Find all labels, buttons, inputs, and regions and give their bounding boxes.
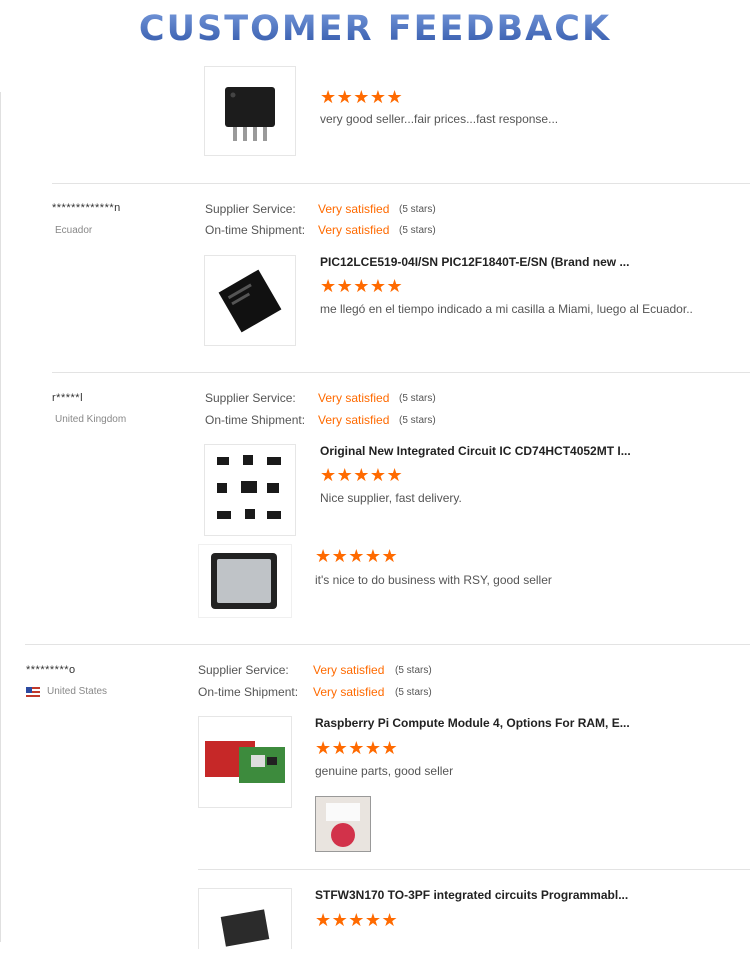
ic-chip-image	[225, 87, 275, 141]
left-frame-line	[0, 92, 1, 942]
product-thumbnail[interactable]	[198, 888, 292, 949]
supplier-service-stars: (5 stars)	[399, 393, 436, 404]
bga-chip-image	[218, 269, 282, 333]
rating-stars: ★★★★★	[315, 546, 399, 566]
supplier-service-stars: (5 stars)	[395, 665, 432, 676]
on-time-shipment-label: On-time Shipment:	[205, 223, 306, 237]
review-divider	[25, 644, 750, 645]
page-title: CUSTOMER FEEDBACK	[0, 0, 750, 49]
product-thumbnail[interactable]	[204, 444, 296, 536]
review-comment: Nice supplier, fast delivery.	[320, 491, 462, 505]
supplier-service-value: Very satisfied	[313, 663, 385, 677]
supplier-service-label: Supplier Service:	[205, 391, 296, 405]
raspberry-pi-board-image	[205, 741, 285, 783]
review-comment: me llegó en el tiempo indicado a mi casi…	[320, 302, 693, 316]
product-title[interactable]: Raspberry Pi Compute Module 4, Options F…	[315, 716, 630, 730]
product-thumbnail[interactable]	[204, 66, 296, 156]
on-time-shipment-label: On-time Shipment:	[205, 413, 306, 427]
supplier-service-value: Very satisfied	[318, 391, 390, 405]
reviewer-country: United Kingdom	[55, 414, 127, 425]
reviewer-name: r*****l	[52, 392, 84, 404]
supplier-service-stars: (5 stars)	[399, 204, 436, 215]
to-3pf-chip-image	[220, 909, 270, 947]
on-time-shipment-value: Very satisfied	[318, 223, 390, 237]
on-time-shipment-label: On-time Shipment:	[198, 685, 299, 699]
product-title[interactable]: STFW3N170 TO-3PF integrated circuits Pro…	[315, 888, 628, 902]
supplier-service-label: Supplier Service:	[205, 202, 296, 216]
product-thumbnail[interactable]	[198, 544, 292, 618]
reviewer-name: *********o	[26, 664, 76, 676]
on-time-shipment-value: Very satisfied	[313, 685, 385, 699]
product-title[interactable]: PIC12LCE519-04I/SN PIC12F1840T-E/SN (Bra…	[320, 255, 629, 269]
reviewer-name: *************n	[52, 202, 121, 214]
rating-stars: ★★★★★	[320, 276, 404, 296]
on-time-shipment-stars: (5 stars)	[395, 687, 432, 698]
us-flag-icon	[26, 687, 40, 697]
review-comment: it's nice to do business with RSY, good …	[315, 573, 552, 587]
rating-stars: ★★★★★	[315, 738, 399, 758]
supplier-service-label: Supplier Service:	[198, 663, 289, 677]
supplier-service-value: Very satisfied	[318, 202, 390, 216]
review-divider	[52, 372, 750, 373]
rating-stars: ★★★★★	[320, 465, 404, 485]
product-thumbnail[interactable]	[204, 255, 296, 346]
ic-assortment-image	[217, 455, 281, 519]
rating-stars: ★★★★★	[320, 87, 404, 107]
reviewer-country: United States	[47, 686, 108, 697]
review-comment: very good seller...fair prices...fast re…	[320, 112, 559, 126]
on-time-shipment-stars: (5 stars)	[399, 415, 436, 426]
review-comment: genuine parts, good seller	[315, 764, 454, 778]
product-thumbnail[interactable]	[198, 716, 292, 808]
on-time-shipment-value: Very satisfied	[318, 413, 390, 427]
rating-stars: ★★★★★	[315, 910, 399, 930]
qfn-chip-image	[211, 553, 277, 609]
item-divider	[198, 869, 750, 870]
customer-photo-image	[316, 797, 370, 851]
customer-photo-thumbnail[interactable]	[315, 796, 371, 852]
on-time-shipment-stars: (5 stars)	[399, 225, 436, 236]
reviewer-country: Ecuador	[55, 225, 93, 236]
review-divider	[52, 183, 750, 184]
product-title[interactable]: Original New Integrated Circuit IC CD74H…	[320, 444, 631, 458]
page-header: CUSTOMER FEEDBACK	[0, 0, 750, 60]
